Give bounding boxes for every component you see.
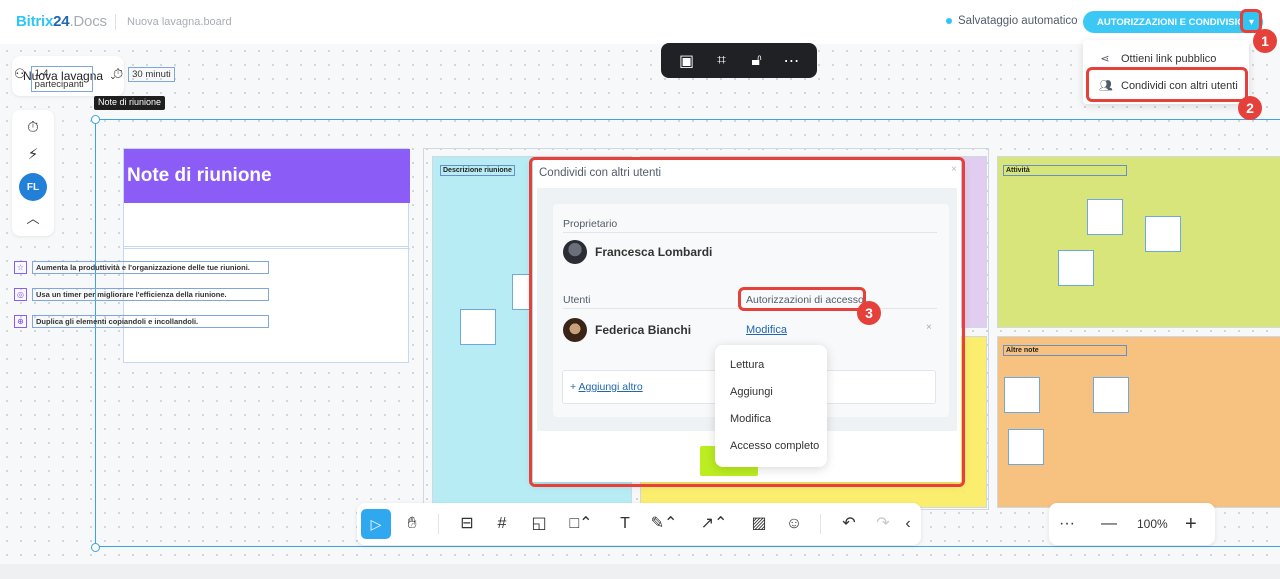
tip-text: Aumenta la produttività e l'organizzazio… [32,261,269,274]
select-tool-icon[interactable]: ▷ [361,509,391,539]
layout-template-icon[interactable]: ⊟ [455,513,479,535]
frame-tooltip: Note di riunione [94,96,166,110]
bitrix24-logo[interactable]: Bitrix24.Docs [16,13,107,30]
undo-icon[interactable]: ↶ [837,513,861,535]
bottom-toolbar: ▷ ✋︎ ⊟ # ◱ □⌃ T ✎⌃ ↗⌃ ▨ ☺ ↶ ↷ ‹ [357,503,921,545]
toolbar-divider [820,514,821,534]
duplicate-icon: ⊕ [14,315,27,328]
activities-section-label: Attività [1003,165,1127,176]
permissions-button-label: AUTORIZZAZIONI E CONDIVISIONE [1097,16,1258,28]
note-card-title: Note di riunione [124,149,410,203]
permissions-and-sharing-button[interactable]: AUTORIZZAZIONI E CONDIVISIONE [1083,11,1263,33]
zoom-toolbar: ··· — 100% + [1049,503,1215,545]
user-avatar[interactable]: FL [19,173,47,201]
sticky-note-icon[interactable]: ◱ [527,513,551,535]
logo-text-bitrix: Bitrix [16,13,54,30]
sticky-note[interactable] [1087,199,1123,235]
step-badge: 2 [1238,96,1262,120]
sticky-note[interactable] [460,309,496,345]
timer-icon[interactable]: ⏱︎ [27,119,39,137]
autosave-dot-icon [946,18,952,24]
highlight-box [1086,67,1248,102]
duration-info: ⏱︎ 30 minuti [113,66,175,82]
autosave-status: Salvataggio automatico [946,15,1078,27]
step-badge: 1 [1253,29,1277,53]
unlock-icon[interactable]: 🔓︎ [745,52,769,70]
more-icon[interactable]: ⋯ [780,51,804,71]
menu-item-label: Ottieni link pubblico [1121,52,1217,65]
toolbar-divider [438,514,439,534]
other-notes-section-label: Altre note [1003,345,1127,356]
frame-icon[interactable]: ⌗ [710,52,734,70]
document-name[interactable]: Nuova lavagna.board [127,16,232,28]
participants-info: ⚇ 1-4 partecipanti [14,66,93,92]
tip-text: Usa un timer per migliorare l'efficienza… [32,288,269,301]
header-divider [115,14,116,30]
highlight-box [738,287,866,311]
copy-frame-icon[interactable]: ▣ [675,51,699,71]
step-badge: 3 [857,301,881,325]
zoom-in-icon[interactable]: + [1185,513,1197,535]
note-card-divider [123,246,409,247]
resize-handle[interactable] [91,115,100,124]
autosave-label: Salvataggio automatico [958,15,1078,27]
people-icon: ⚇ [14,66,26,81]
image-tool-icon[interactable]: ▨ [747,513,771,535]
tip-text: Duplica gli elementi copiandoli e incoll… [32,315,269,328]
sticky-note[interactable] [1145,216,1181,252]
chevron-up-icon[interactable]: ︿ [26,210,39,228]
chevron-left-icon[interactable]: ‹ [900,513,916,535]
sticky-note[interactable] [1093,377,1129,413]
hand-tool-icon[interactable]: ✋︎ [400,513,424,535]
resize-handle[interactable] [91,543,100,552]
logo-text-docs: .Docs [69,13,107,30]
target-icon: ◎ [14,288,27,301]
participants-text: 1-4 partecipanti [30,66,93,92]
share-icon: ⋖ [1100,53,1110,65]
arrow-tool-icon[interactable]: ↗⌃ [697,513,731,535]
menu-item-public-link[interactable]: ⋖ Ottieni link pubblico [1099,52,1217,66]
timer-icon: ⏱︎ [113,66,124,81]
laser-pointer-icon[interactable]: ⚡︎ [28,146,39,164]
duration-text: 30 minuti [128,66,175,82]
more-icon[interactable]: ··· [1059,513,1075,535]
emoji-tool-icon[interactable]: ☺ [782,513,806,535]
meeting-notes-card[interactable]: Note di riunione [123,148,410,363]
frame-tool-icon[interactable]: # [490,513,514,535]
sticky-note[interactable] [1008,429,1044,465]
description-section-label: Descrizione riunione [440,165,515,176]
sticky-note[interactable] [1058,250,1094,286]
selection-toolbar: ▣ ⌗ 🔓︎ ⋯ [661,43,817,78]
tip-item: ◎ Usa un timer per migliorare l'efficien… [14,288,269,301]
redo-icon[interactable]: ↷ [871,513,895,535]
star-icon: ☆ [14,261,27,274]
tip-item: ⊕ Duplica gli elementi copiandoli e inco… [14,315,269,328]
text-tool-icon[interactable]: T [613,513,637,535]
note-card-info-row [124,203,410,249]
logo-text-24: 24 [53,13,70,30]
zoom-out-icon[interactable]: — [1101,513,1117,535]
activities-section[interactable] [997,156,1280,328]
shape-tool-icon[interactable]: □⌃ [564,513,598,535]
left-toolbar: ⏱︎ ⚡︎ FL ︿ [12,110,54,236]
zoom-level[interactable]: 100% [1137,513,1168,535]
other-notes-section[interactable] [997,336,1280,508]
tip-item: ☆ Aumenta la produttività e l'organizzaz… [14,261,269,274]
pen-tool-icon[interactable]: ✎⌃ [647,513,681,535]
app-header: Bitrix24.Docs Nuova lavagna.board Salvat… [0,0,1280,44]
sticky-note[interactable] [1004,377,1040,413]
footer-strip [0,564,1280,579]
highlight-box [529,157,965,487]
